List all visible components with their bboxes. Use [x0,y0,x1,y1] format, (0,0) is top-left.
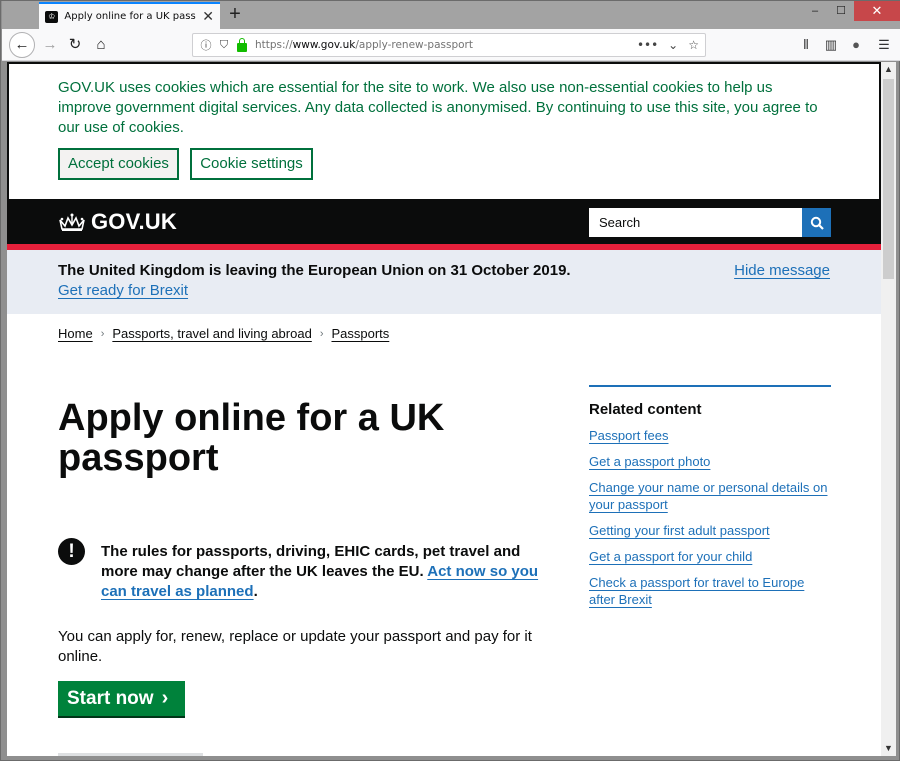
govuk-logo[interactable]: GOV.UK [58,209,177,235]
forward-button[interactable]: → [38,33,62,57]
window-controls: – ☐ ✕ [802,1,900,21]
chevron-right-icon: › [319,327,324,340]
account-icon[interactable]: ● [844,33,868,57]
related-link-child[interactable]: Get a passport for your child [589,549,752,564]
info-icon[interactable]: ⓘ [199,37,213,53]
related-item: Get a passport for your child [589,548,831,565]
scrollbar-thumb[interactable] [883,79,894,279]
lead-paragraph: You can apply for, renew, replace or upd… [58,628,532,665]
browser-window: ♔ Apply online for a UK passport ✕ + – ☐… [0,0,900,761]
logo-text: GOV.UK [91,209,177,234]
menu-icon[interactable]: ☰ [872,33,896,57]
breadcrumb-home[interactable]: Home [58,326,93,341]
warning-icon: ! [58,538,85,565]
page-actions-icon[interactable]: ••• [637,38,658,52]
page-viewport: GOV.UK uses cookies which are essential … [7,62,881,756]
related-content: Related content Passport fees Get a pass… [589,385,831,617]
related-item: Check a passport for travel to Europe af… [589,574,831,608]
lock-icon [237,37,247,52]
tab-close-icon[interactable]: ✕ [202,8,214,25]
page-title: Apply online for a UK passport [58,397,445,479]
related-item: Passport fees [589,427,831,444]
maximize-button[interactable]: ☐ [828,1,854,21]
related-link-first-adult[interactable]: Getting your first adult passport [589,523,770,538]
start-now-label: Start now [67,687,154,709]
related-link-passport-photo[interactable]: Get a passport photo [589,454,710,469]
hide-message-link[interactable]: Hide message [734,262,830,279]
warning-suffix: . [253,583,258,600]
pocket-icon[interactable]: ⌄ [668,38,678,52]
related-item: Change your name or personal details on … [589,479,831,513]
tab-bar: ♔ Apply online for a UK passport ✕ + – ☐… [2,1,900,29]
cookie-settings-button[interactable]: Cookie settings [190,148,313,180]
brexit-banner: The United Kingdom is leaving the Europe… [7,250,881,314]
related-link-change-name[interactable]: Change your name or personal details on … [589,480,827,512]
related-item: Get a passport photo [589,453,831,470]
crown-icon [59,213,85,231]
cookie-banner: GOV.UK uses cookies which are essential … [7,62,881,199]
close-window-button[interactable]: ✕ [854,1,900,21]
scroll-up-icon[interactable]: ▲ [881,62,896,77]
search-input[interactable] [589,208,802,237]
reload-button[interactable]: ↻ [63,33,87,57]
brexit-message: The United Kingdom is leaving the Europe… [58,262,571,279]
scroll-down-icon[interactable]: ▼ [881,741,896,756]
tracking-shield-icon[interactable]: ⛉ [217,38,231,52]
vertical-scrollbar[interactable]: ▲ ▼ [881,62,896,756]
minimize-button[interactable]: – [802,1,828,21]
url-path: /apply-renew-passport [355,39,473,51]
warning-text: The rules for passports, driving, EHIC c… [101,542,556,602]
search-button[interactable] [802,208,831,237]
chevron-right-icon: › [100,327,105,340]
breadcrumb: Home › Passports, travel and living abro… [58,326,389,341]
url-scheme: https:// [255,39,293,51]
tab-title: Apply online for a UK passport [64,11,196,22]
nav-toolbar: ← → ↻ ⌂ ⓘ ⛉ https://www.gov.uk/apply-ren… [2,29,900,61]
search-form [589,208,831,237]
tab-active[interactable]: ♔ Apply online for a UK passport ✕ [39,2,220,29]
section-divider [58,753,203,756]
govuk-header: GOV.UK [7,199,881,250]
related-links: Passport fees Get a passport photo Chang… [589,427,831,608]
brexit-link[interactable]: Get ready for Brexit [58,282,188,299]
breadcrumb-passports-travel[interactable]: Passports, travel and living abroad [112,326,311,341]
related-heading: Related content [589,401,702,418]
sidebar-icon[interactable]: ▥ [819,33,843,57]
url-host: www.gov.uk [292,39,356,51]
back-button[interactable]: ← [9,32,35,58]
url-text[interactable]: https://www.gov.uk/apply-renew-passport [255,39,627,51]
cookie-message: GOV.UK uses cookies which are essential … [58,79,818,136]
related-link-passport-fees[interactable]: Passport fees [589,428,669,443]
library-icon[interactable]: ⫴ [794,33,818,57]
govuk-favicon-icon: ♔ [45,10,59,23]
start-now-button[interactable]: Start now › [58,681,185,716]
bookmark-star-icon[interactable]: ☆ [688,38,699,52]
related-item: Getting your first adult passport [589,522,831,539]
address-bar[interactable]: ⓘ ⛉ https://www.gov.uk/apply-renew-passp… [192,33,706,57]
new-tab-button[interactable]: + [223,3,247,27]
chevron-right-icon: › [161,687,169,709]
search-icon [810,216,824,230]
related-link-europe-brexit[interactable]: Check a passport for travel to Europe af… [589,575,804,607]
home-button[interactable]: ⌂ [89,33,113,57]
accept-cookies-button[interactable]: Accept cookies [58,148,179,180]
breadcrumb-passports[interactable]: Passports [331,326,389,341]
